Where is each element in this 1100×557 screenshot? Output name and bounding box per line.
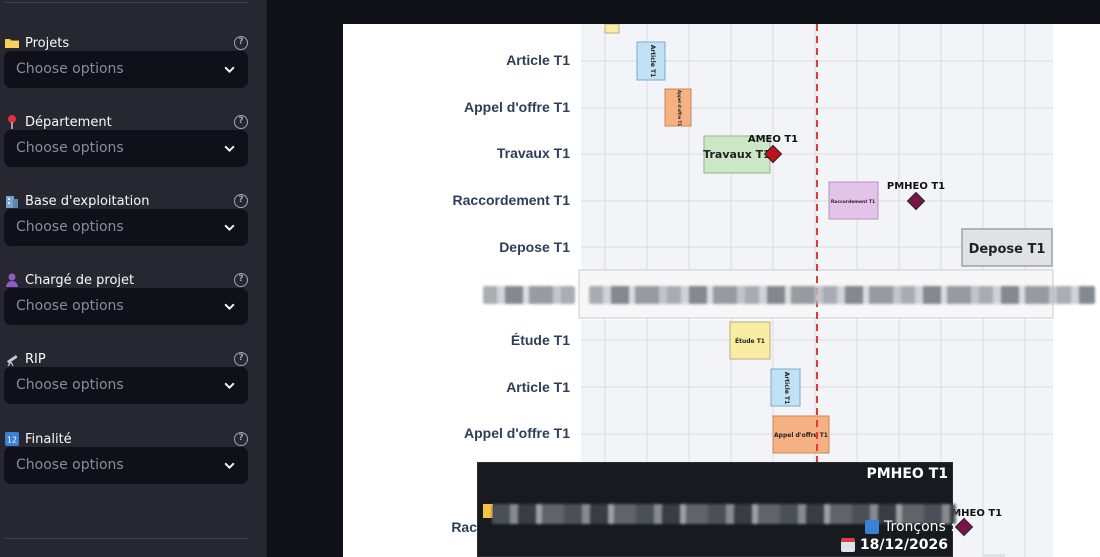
filter-projets: Projets ? Choose options <box>4 33 248 113</box>
numbers-icon <box>865 520 880 534</box>
milestone-label: PMHEO T1 <box>887 181 945 192</box>
chevron-down-icon <box>224 224 235 232</box>
row-label: Article T1 <box>506 52 570 68</box>
hover-tooltip: PMHEO T1 Tronçons : 18/12/2026 <box>477 462 956 557</box>
select-placeholder: Choose options <box>16 61 124 77</box>
chevron-down-icon <box>224 66 235 74</box>
row-label: Travaux T1 <box>497 145 570 161</box>
select-placeholder: Choose options <box>16 298 124 314</box>
help-icon[interactable]: ? <box>234 273 248 287</box>
bar-label: Article T1 <box>783 372 790 405</box>
row-label: Étude T1 <box>511 332 570 348</box>
pin-icon <box>4 114 20 130</box>
filter-rip: RIP ? Choose options <box>4 349 248 429</box>
redacted-text <box>483 286 575 304</box>
svg-text:12: 12 <box>7 436 17 445</box>
help-icon[interactable]: ? <box>234 352 248 366</box>
tooltip-troncons: Tronçons : <box>884 519 955 535</box>
chevron-down-icon <box>224 303 235 311</box>
top-bar <box>268 0 1100 24</box>
filter-label: RIP <box>4 349 46 369</box>
calendar-icon <box>840 538 855 552</box>
chevron-down-icon <box>224 145 235 153</box>
rip-multiselect[interactable]: Choose options <box>4 367 248 404</box>
filter-finalite: 12 Finalité ? Choose options <box>4 429 248 509</box>
folder-icon <box>4 35 20 51</box>
departement-multiselect[interactable]: Choose options <box>4 130 248 167</box>
base-exploitation-multiselect[interactable]: Choose options <box>4 209 248 246</box>
help-icon[interactable]: ? <box>234 36 248 50</box>
filter-base-exploitation: Base d'exploitation ? Choose options <box>4 191 248 271</box>
help-icon[interactable]: ? <box>234 194 248 208</box>
row-label-partial: Rac <box>451 519 477 535</box>
help-icon[interactable]: ? <box>234 115 248 129</box>
tooltip-date-row: 18/12/2026 <box>840 537 948 553</box>
row-label: Appel d'offre T1 <box>464 425 570 441</box>
filter-label: Base d'exploitation <box>4 191 149 211</box>
charge-projet-multiselect[interactable]: Choose options <box>4 288 248 325</box>
select-placeholder: Choose options <box>16 377 124 393</box>
filter-label: Projets <box>4 33 69 53</box>
chevron-down-icon <box>224 462 235 470</box>
row-label: Raccordement T1 <box>453 192 571 208</box>
chevron-down-icon <box>224 382 235 390</box>
row-label: Depose T1 <box>499 239 570 255</box>
sidebar-divider <box>4 2 248 3</box>
tooltip-troncons-row: Tronçons : <box>865 519 955 535</box>
row-label: Appel d'offre T1 <box>464 99 570 115</box>
filter-departement: Département ? Choose options <box>4 112 248 192</box>
bar-label: Travaux T1 <box>703 148 771 161</box>
select-placeholder: Choose options <box>16 219 124 235</box>
filter-charge-projet: Chargé de projet ? Choose options <box>4 270 248 350</box>
bar-label: Article T1 <box>649 45 656 78</box>
tooltip-title: PMHEO T1 <box>866 466 948 482</box>
help-icon[interactable]: ? <box>234 432 248 446</box>
bar-label: Étude T1 <box>735 337 765 345</box>
tooltip-date: 18/12/2026 <box>859 537 948 553</box>
telescope-icon <box>4 351 20 367</box>
filter-label: 12 Finalité <box>4 429 72 449</box>
main-background <box>268 24 343 557</box>
building-icon <box>4 193 20 209</box>
bar-label: Appel d'offre T1 <box>677 90 682 126</box>
gantt-bar[interactable] <box>604 24 620 34</box>
person-icon <box>4 272 20 288</box>
finalite-multiselect[interactable]: Choose options <box>4 447 248 484</box>
select-placeholder: Choose options <box>16 457 124 473</box>
filter-label: Chargé de projet <box>4 270 134 290</box>
select-placeholder: Choose options <box>16 140 124 156</box>
numbers-icon: 12 <box>4 431 20 447</box>
redacted-text <box>589 286 1095 304</box>
bar-label: Appel d'offre T1 <box>774 432 828 439</box>
milestone-label: AMEO T1 <box>748 134 798 145</box>
projets-multiselect[interactable]: Choose options <box>4 51 248 88</box>
bar-label: Raccordement T1 <box>831 199 875 205</box>
sidebar: Projets ? Choose options Département ? C… <box>0 0 267 557</box>
sidebar-divider <box>4 538 248 539</box>
bar-label: Depose T1 <box>969 242 1046 257</box>
row-label: Article T1 <box>506 379 570 395</box>
filter-label: Département <box>4 112 112 132</box>
